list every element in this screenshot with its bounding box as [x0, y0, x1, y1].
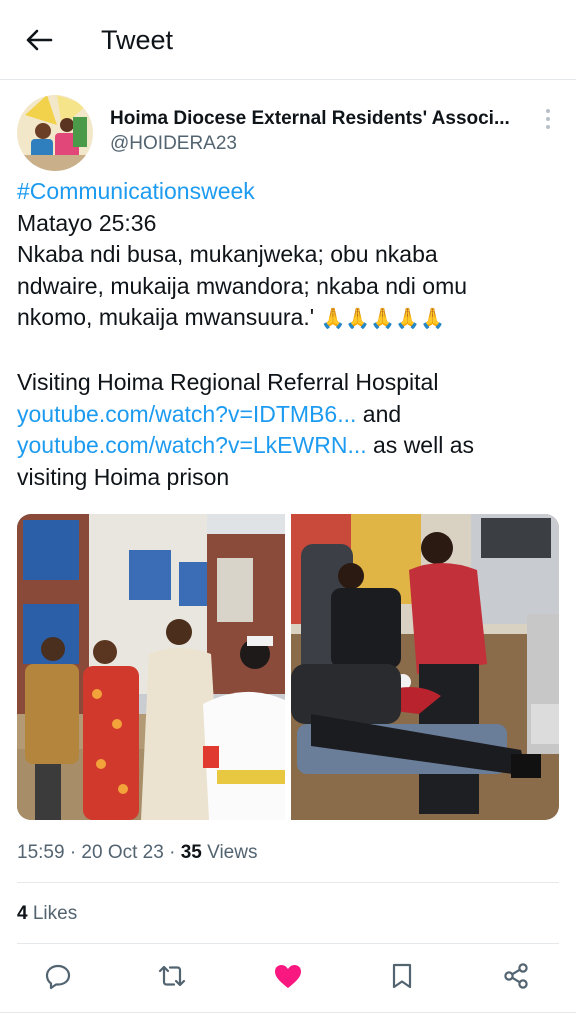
arrow-left-icon — [26, 29, 53, 51]
views-label: Views — [201, 842, 258, 863]
likes-count: 4 — [17, 903, 28, 924]
bookmark-button[interactable] — [384, 958, 420, 994]
author-name[interactable]: Hoima Diocese External Residents' Associ… — [110, 108, 530, 130]
divider — [17, 943, 559, 944]
timestamp[interactable]: 15:59 · 20 Oct 23 · — [17, 842, 181, 863]
divider — [0, 1012, 576, 1013]
reply-button[interactable] — [40, 958, 76, 994]
avatar[interactable] — [17, 95, 93, 171]
page-title: Tweet — [101, 25, 174, 55]
avatar-image — [17, 95, 93, 171]
media-grid — [17, 514, 559, 820]
youtube-link-1[interactable]: youtube.com/watch?v=IDTMB6... — [17, 401, 356, 427]
share-icon — [504, 963, 528, 989]
retweet-icon — [158, 965, 186, 987]
photo-blood-donation[interactable] — [291, 514, 559, 820]
photo-hospital-visit[interactable] — [17, 514, 285, 820]
text-line: ndwaire, mukaija mwandora; nkaba ndi omu — [17, 272, 468, 299]
back-button[interactable] — [22, 24, 56, 56]
heart-icon — [275, 965, 301, 988]
tweet-text: #Communicationsweek Matayo 25:36 Nkaba n… — [17, 176, 562, 493]
retweet-button[interactable] — [154, 958, 190, 994]
more-dot-icon — [546, 125, 550, 129]
text-fragment: and — [356, 400, 402, 427]
share-button[interactable] — [498, 958, 534, 994]
more-options-button[interactable] — [538, 106, 558, 132]
more-dot-icon — [546, 117, 550, 121]
text-line: Nkaba ndi busa, mukanjweka; obu nkaba — [17, 241, 438, 267]
like-button[interactable] — [270, 958, 306, 994]
more-dot-icon — [546, 109, 550, 113]
bookmark-icon — [392, 963, 412, 989]
hashtag-link[interactable]: #Communicationsweek — [17, 178, 255, 204]
youtube-link-2[interactable]: youtube.com/watch?v=LkEWRN... — [17, 432, 367, 458]
text-fragment: as well as — [366, 432, 474, 458]
tweet-meta: 15:59 · 20 Oct 23 · 35 Views — [17, 842, 257, 864]
reply-icon — [45, 964, 71, 990]
text-line: visiting Hoima prison — [17, 463, 230, 490]
action-bar — [0, 958, 576, 998]
likes-stat[interactable]: 4 Likes — [17, 903, 77, 925]
text-line: nkomo, mukaija mwansuura.' — [17, 304, 315, 330]
text-line: Matayo 25:36 — [17, 209, 157, 236]
views-count: 35 — [180, 842, 202, 863]
likes-label: Likes — [27, 903, 78, 924]
divider — [17, 882, 559, 883]
top-bar: Tweet — [0, 0, 576, 80]
text-line: Visiting Hoima Regional Referral Hospita… — [17, 369, 439, 395]
author-handle[interactable]: @HOIDERA23 — [110, 133, 237, 155]
praying-hands-emoji: 🙏🙏🙏🙏🙏 — [320, 308, 446, 330]
